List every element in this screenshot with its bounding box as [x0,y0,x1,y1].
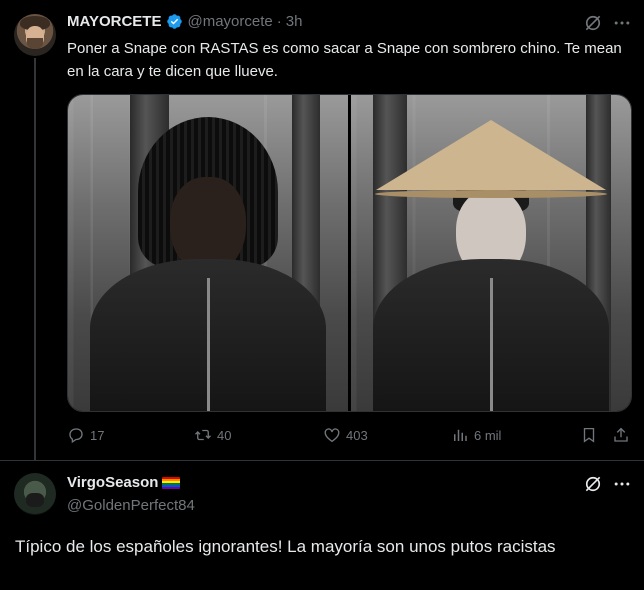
author-handle[interactable]: @GoldenPerfect84 [67,497,195,514]
tweet-main[interactable]: MAYORCETE @mayorcete · 3h Poner a Snape … [0,0,644,460]
avatar-mask [26,493,44,507]
views-button[interactable]: 6 mil [451,426,501,444]
thread-connector-line [34,58,36,460]
like-count: 403 [346,427,368,443]
tweet-text: Poner a Snape con RASTAS es como sacar a… [67,40,622,80]
tweet-timestamp[interactable]: 3h [286,13,303,30]
author-name[interactable]: VirgoSeason [67,474,158,491]
views-count: 6 mil [474,427,502,443]
repost-button[interactable]: 40 [194,426,231,444]
coat-zipper [207,278,210,411]
heart-icon [324,428,340,443]
grok-icon[interactable] [583,13,603,33]
dot-separator: · [276,13,282,30]
conical-hat [376,120,606,191]
avatar-beard [27,38,43,49]
more-options-icon[interactable] [612,474,632,494]
coat-zipper [490,278,493,411]
share-button[interactable] [612,426,630,444]
share-icon [614,427,628,442]
repost-count: 40 [217,427,232,443]
reply-button[interactable]: 17 [67,426,104,444]
avatar[interactable] [14,473,56,515]
tweet-actions-bar: 17 40 403 6 mil [67,426,632,448]
author-name[interactable]: MAYORCETE [67,13,161,30]
tweet-reply[interactable]: VirgoSeason @GoldenPerfect84 Típico de l… [0,461,644,590]
grok-icon[interactable] [583,474,603,494]
author-name-row: VirgoSeason [67,474,181,491]
media-photo-left[interactable] [68,95,348,411]
bookmark-icon [583,427,595,443]
tweet-header: MAYORCETE @mayorcete · 3h [67,13,302,30]
verified-badge-icon[interactable] [166,13,183,30]
media-photo-right[interactable] [351,95,631,411]
reply-count: 17 [90,427,105,443]
like-button[interactable]: 403 [323,426,368,444]
views-chart-icon [454,429,467,441]
bookmark-button[interactable] [580,426,598,444]
repost-icon [195,429,211,441]
more-options-icon[interactable] [612,13,632,33]
tweet-media[interactable] [67,94,632,412]
conical-hat-rim [375,189,607,198]
avatar[interactable] [14,14,56,56]
author-handle[interactable]: @mayorcete [187,13,272,30]
tweet-text: Típico de los españoles ignorantes! La m… [15,537,556,556]
reply-icon [69,428,83,444]
rainbow-flag-icon [162,476,181,489]
